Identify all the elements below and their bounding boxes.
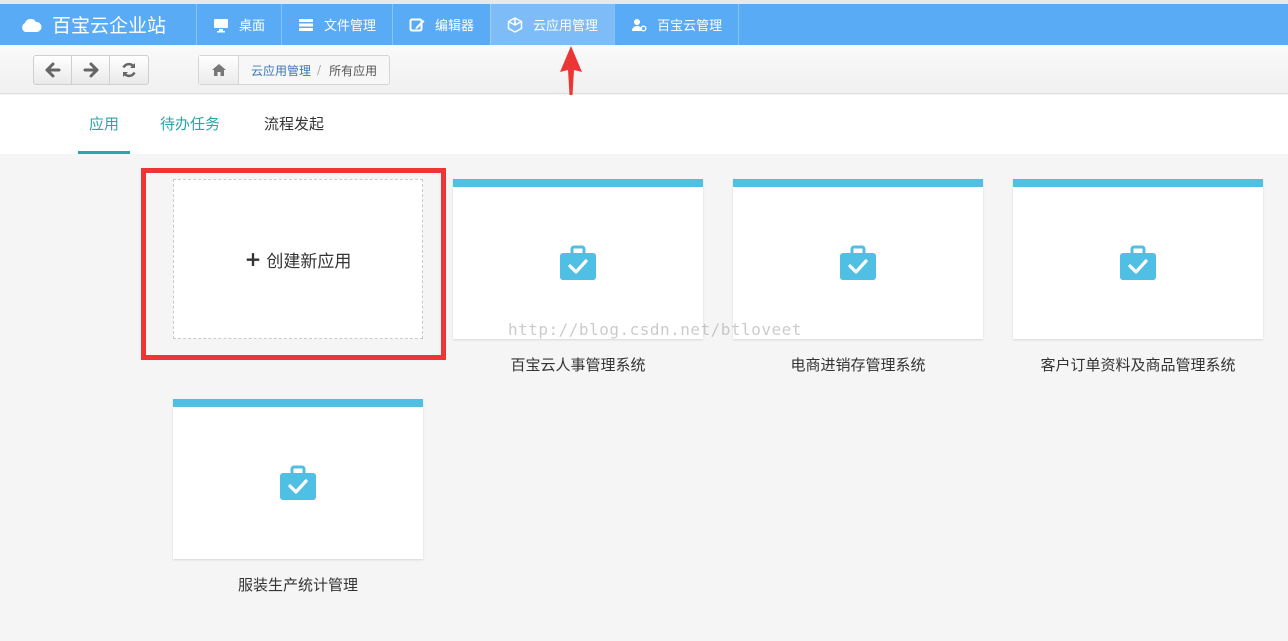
briefcase-check-icon [840, 245, 876, 280]
breadcrumb-separator: / [317, 63, 322, 77]
briefcase-check-icon [560, 245, 596, 280]
nav-item-file-manager[interactable]: 文件管理 [281, 4, 392, 45]
refresh-icon [122, 62, 136, 78]
app-card[interactable] [733, 179, 983, 339]
refresh-button[interactable] [110, 56, 148, 84]
tab-todo[interactable]: 待办任务 [160, 95, 220, 154]
brand-title: 百宝云企业站 [52, 15, 167, 37]
brand[interactable]: 百宝云企业站 [0, 4, 196, 45]
arrow-right-icon [83, 62, 98, 78]
home-icon [211, 64, 226, 76]
breadcrumb-link-cloud-apps[interactable]: 云应用管理 [239, 62, 311, 79]
nav-label: 云应用管理 [533, 19, 599, 34]
edit-icon [409, 18, 425, 31]
nav-label: 文件管理 [324, 19, 377, 34]
breadcrumb-current: 所有应用 [329, 63, 378, 78]
top-nav-bar: 百宝云企业站 桌面 文件管理 编辑器 云应用管理 百宝云管理 [0, 0, 1288, 45]
nav-item-cloud-apps[interactable]: 云应用管理 [490, 4, 615, 45]
nav-label: 百宝云管理 [657, 19, 723, 34]
app-card[interactable] [1013, 179, 1263, 339]
cube-icon [507, 16, 523, 33]
app-card-name[interactable]: 电商进销存管理系统 [708, 354, 1008, 375]
nav-item-desktop[interactable]: 桌面 [196, 4, 281, 45]
app-card[interactable] [453, 179, 703, 339]
app-card[interactable] [173, 399, 423, 559]
briefcase-check-icon [1120, 245, 1156, 280]
tab-start-process[interactable]: 流程发起 [264, 95, 324, 154]
nav-label: 桌面 [239, 19, 266, 34]
arrow-left-icon [45, 62, 60, 78]
home-button[interactable] [199, 56, 239, 84]
list-icon [299, 18, 314, 31]
monitor-icon [214, 18, 228, 32]
nav-item-baibaoyun-admin[interactable]: 百宝云管理 [614, 4, 740, 45]
history-button-group [33, 55, 149, 85]
tab-apps[interactable]: 应用 [78, 95, 130, 154]
app-card-name[interactable]: 客户订单资料及商品管理系统 [988, 354, 1288, 375]
cloud-icon [22, 18, 42, 32]
nav-item-editor[interactable]: 编辑器 [392, 4, 490, 45]
forward-button[interactable] [72, 56, 110, 84]
breadcrumb: 云应用管理 / 所有应用 [198, 55, 391, 85]
tab-bar: 应用 待办任务 流程发起 [0, 95, 1288, 154]
watermark: http://blog.csdn.net/btloveet [508, 320, 802, 339]
toolbar: 云应用管理 / 所有应用 [0, 45, 1288, 94]
briefcase-check-icon [280, 465, 316, 500]
annotation-highlight-box [141, 168, 446, 360]
nav-label: 编辑器 [435, 19, 475, 34]
app-card-name[interactable]: 服装生产统计管理 [148, 574, 448, 595]
app-card-name[interactable]: 百宝云人事管理系统 [428, 354, 728, 375]
back-button[interactable] [34, 56, 72, 84]
user-gear-icon [632, 18, 647, 31]
